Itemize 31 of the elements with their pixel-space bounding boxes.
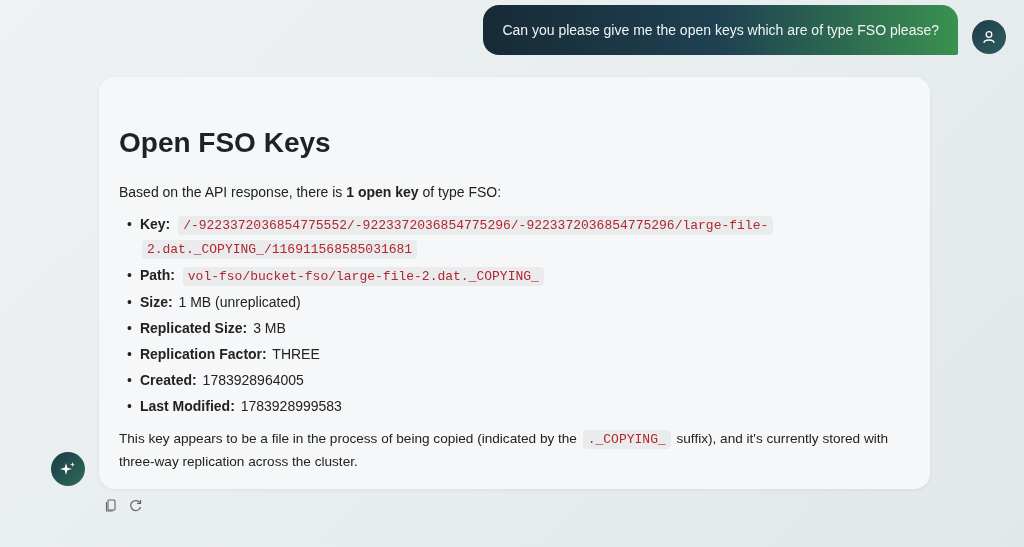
- bullet: •: [127, 397, 132, 416]
- field-label: Created:: [139, 372, 197, 388]
- response-heading: Open FSO Keys: [119, 127, 332, 159]
- bullet: •: [127, 345, 132, 364]
- bullet: •: [127, 371, 132, 390]
- field-label: Size:: [139, 294, 173, 310]
- field-label: Replication Factor:: [139, 346, 267, 362]
- regenerate-button[interactable]: [127, 497, 144, 514]
- sparkle-icon: [51, 452, 85, 486]
- field-label: Replicated Size:: [139, 320, 248, 336]
- code-value: 2.dat._COPYING_/116911568585031681: [141, 240, 418, 259]
- field-value: 1783928964005: [202, 372, 304, 388]
- field-label: Path:: [139, 267, 175, 283]
- closing-paragraph: This key appears to be a file in the process of being copied (indicated by the ._COPYING_ suffix), and it's currently stored with three-way replication across the cluster.: [119, 429, 890, 471]
- bullet: •: [127, 293, 132, 312]
- bullet: •: [127, 266, 132, 285]
- user-message: Can you please give me the open keys which are of type FSO please?: [483, 5, 958, 55]
- code-value: ._COPYING_: [582, 430, 671, 449]
- code-value: vol-fso/bucket-fso/large-file-2.dat._COPYING_: [182, 267, 544, 286]
- field-label: Key:: [139, 216, 171, 232]
- code-value: /-9223372036854775552/-9223372036854775296/-9223372036854775296/large-file-: [178, 216, 774, 235]
- intro-text: Based on the API response, there is 1 open key of type FSO:: [119, 183, 503, 202]
- field-label: Last Modified:: [139, 398, 235, 414]
- copy-button[interactable]: [103, 497, 119, 514]
- bullet: •: [127, 319, 132, 338]
- field-value: 1 MB (unreplicated): [178, 294, 301, 310]
- user-avatar-icon: [972, 20, 1006, 54]
- bullet: •: [127, 215, 132, 234]
- field-value: THREE: [272, 346, 320, 362]
- field-value: 3 MB: [253, 320, 286, 336]
- field-value: 1783928999583: [240, 398, 342, 414]
